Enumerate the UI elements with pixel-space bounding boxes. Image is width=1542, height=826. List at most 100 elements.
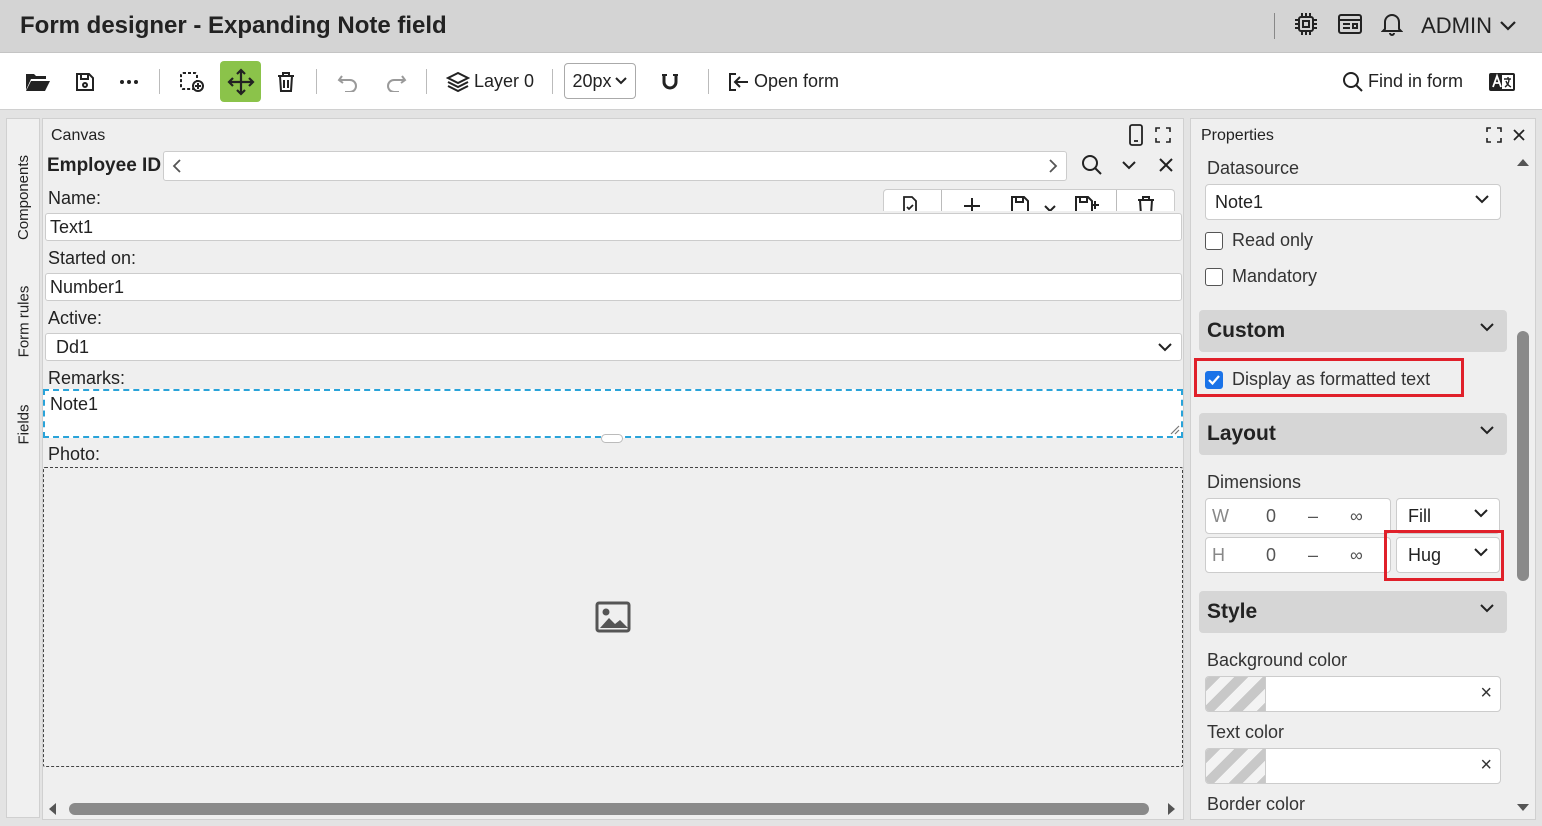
- add-component-icon[interactable]: [177, 53, 207, 110]
- title-bar-actions: ADMIN: [1274, 10, 1518, 42]
- open-folder-icon[interactable]: [22, 53, 54, 110]
- height-range-field[interactable]: H 0 – ∞: [1205, 537, 1391, 573]
- magnet-icon[interactable]: [656, 53, 684, 110]
- custom-section-title: Custom: [1207, 319, 1286, 342]
- mobile-preview-icon[interactable]: [1129, 124, 1143, 151]
- search-icon[interactable]: [1081, 154, 1103, 181]
- app-title: Form designer - Expanding Note field: [20, 12, 447, 39]
- width-range-field[interactable]: W 0 – ∞: [1205, 498, 1391, 534]
- divider: [426, 69, 427, 94]
- scroll-down-icon[interactable]: [1516, 803, 1530, 813]
- divider: [159, 69, 160, 94]
- open-form-label: Open form: [754, 71, 840, 91]
- document-check-icon[interactable]: [902, 196, 918, 211]
- scroll-up-icon[interactable]: [1516, 157, 1530, 167]
- divider: [1274, 13, 1276, 39]
- record-actions-toolbar: [883, 189, 1175, 211]
- style-section-header[interactable]: Style: [1199, 591, 1507, 633]
- trash-icon[interactable]: [272, 53, 300, 110]
- move-tool-button[interactable]: [220, 61, 261, 102]
- caret-down-icon[interactable]: [1044, 200, 1056, 211]
- trash-icon[interactable]: [1136, 195, 1156, 211]
- layer-button[interactable]: Layer 0: [446, 53, 534, 110]
- read-only-checkbox[interactable]: [1205, 231, 1223, 250]
- save-icon[interactable]: [72, 53, 98, 110]
- move-icon: [226, 67, 255, 96]
- vertical-scrollbar-thumb[interactable]: [1517, 331, 1529, 581]
- height-separator: –: [1308, 545, 1319, 565]
- open-form-button[interactable]: Open form: [728, 53, 839, 110]
- mandatory-row[interactable]: Mandatory: [1205, 266, 1317, 287]
- width-mode-select[interactable]: Fill: [1396, 498, 1500, 534]
- read-only-row[interactable]: Read only: [1205, 230, 1313, 251]
- properties-header: Properties: [1191, 119, 1535, 151]
- active-dropdown[interactable]: Dd1: [45, 333, 1182, 361]
- color-swatch[interactable]: [1206, 749, 1266, 783]
- started-on-field[interactable]: Number1: [45, 273, 1182, 301]
- name-field[interactable]: Text1: [45, 213, 1182, 241]
- color-swatch[interactable]: [1206, 677, 1266, 711]
- resize-grip-icon[interactable]: [1168, 423, 1180, 435]
- divider: [941, 190, 942, 211]
- tab-form-rules[interactable]: Form rules: [7, 281, 41, 361]
- user-menu[interactable]: ADMIN: [1421, 13, 1518, 39]
- more-icon[interactable]: [116, 53, 142, 110]
- tab-components[interactable]: Components: [7, 147, 41, 247]
- chevron-down-icon[interactable]: [1121, 159, 1137, 177]
- clear-icon[interactable]: ×: [1480, 754, 1492, 777]
- divider: [316, 69, 317, 94]
- datasource-select[interactable]: Note1: [1205, 184, 1501, 220]
- horizontal-scrollbar[interactable]: [43, 797, 1183, 819]
- chip-icon[interactable]: [1293, 11, 1319, 42]
- chevron-down-icon: [1474, 509, 1488, 518]
- chevron-right-icon[interactable]: [1048, 158, 1058, 179]
- tab-form-rules-label: Form rules: [15, 285, 33, 357]
- save-as-icon[interactable]: [1074, 195, 1100, 211]
- chevron-down-icon: [1480, 604, 1494, 613]
- clear-icon[interactable]: ×: [1480, 682, 1492, 705]
- divider: [708, 69, 709, 94]
- chevron-down-icon: [1480, 323, 1494, 332]
- grid-size-select[interactable]: 20px: [564, 63, 636, 99]
- search-icon: [1343, 71, 1363, 92]
- custom-section-header[interactable]: Custom: [1199, 310, 1507, 352]
- divider: [1116, 190, 1117, 211]
- tab-components-label: Components: [15, 154, 33, 240]
- bell-icon[interactable]: [1380, 12, 1404, 41]
- mandatory-checkbox[interactable]: [1205, 267, 1223, 286]
- translate-icon[interactable]: [1486, 53, 1518, 110]
- remarks-note-field[interactable]: Note1: [43, 389, 1183, 438]
- find-in-form-button[interactable]: Find in form: [1342, 53, 1463, 110]
- redo-icon[interactable]: [382, 53, 410, 110]
- background-color-field[interactable]: ×: [1205, 676, 1501, 712]
- plus-icon[interactable]: [962, 196, 982, 211]
- text-color-label: Text color: [1207, 722, 1285, 742]
- field-label-active: Active:: [48, 308, 103, 328]
- close-icon[interactable]: [1512, 128, 1526, 147]
- width-max-value: ∞: [1350, 506, 1363, 526]
- properties-body: Datasource Note1 Read only Mandatory Cus…: [1191, 151, 1537, 819]
- scroll-right-icon[interactable]: [1167, 802, 1177, 816]
- expand-icon[interactable]: [1486, 127, 1502, 148]
- layout-section-header[interactable]: Layout: [1199, 413, 1507, 455]
- expand-icon[interactable]: [1155, 127, 1171, 148]
- layout-section-title: Layout: [1207, 422, 1276, 445]
- chevron-left-icon[interactable]: [172, 158, 182, 179]
- tab-fields[interactable]: Fields: [7, 399, 41, 449]
- width-mode-value: Fill: [1408, 506, 1431, 526]
- horizontal-scrollbar-thumb[interactable]: [69, 803, 1149, 815]
- save-icon[interactable]: [1010, 195, 1030, 211]
- photo-field[interactable]: [43, 467, 1183, 767]
- width-axis-label: W: [1212, 506, 1229, 526]
- news-icon[interactable]: [1337, 12, 1363, 41]
- datasource-label: Datasource: [1207, 158, 1300, 178]
- close-icon[interactable]: [1158, 157, 1174, 178]
- height-max-value: ∞: [1350, 545, 1363, 565]
- text-color-field[interactable]: ×: [1205, 748, 1501, 784]
- canvas-header: Canvas: [43, 119, 1183, 151]
- height-resize-handle[interactable]: [601, 434, 623, 443]
- undo-icon[interactable]: [334, 53, 362, 110]
- scroll-left-icon[interactable]: [47, 802, 57, 816]
- record-nav-bar[interactable]: [163, 151, 1067, 181]
- style-section-title: Style: [1207, 600, 1258, 623]
